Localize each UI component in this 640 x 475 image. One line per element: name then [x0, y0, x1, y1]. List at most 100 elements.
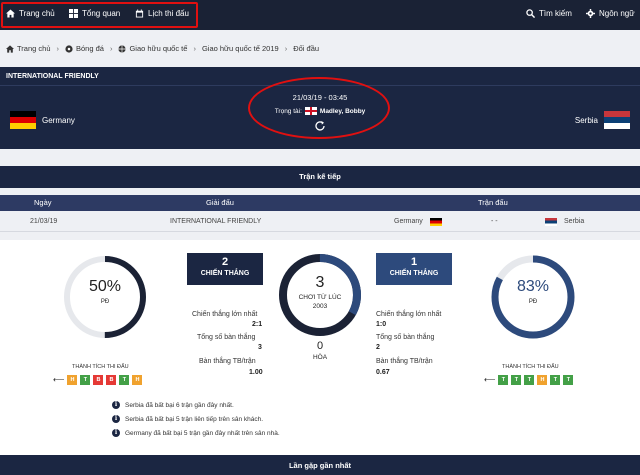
- home-wins: 2: [221, 256, 229, 268]
- next-match-row[interactable]: 21/03/19 INTERNATIONAL FRIENDLY Germany …: [0, 212, 640, 232]
- home-team[interactable]: Germany: [10, 111, 75, 129]
- home-stat-value: 1.00: [249, 369, 263, 376]
- away-team[interactable]: Serbia: [575, 111, 630, 129]
- home-form-result[interactable]: B: [106, 375, 117, 385]
- head-to-head-stats: 50% PĐ 2 CHIẾN THẮNG Chiến thắng lớn nhấ…: [0, 240, 640, 455]
- played-since: 2003: [312, 303, 328, 310]
- played-count: 3: [315, 274, 325, 291]
- nav-language[interactable]: Ngôn ngữ: [586, 9, 635, 18]
- note-text: Serbia đã bất bại 6 trận gần đây nhất.: [125, 401, 234, 409]
- home-stat-label: Tổng số bàn thắng: [197, 334, 256, 341]
- fixture-date: 21/03/19: [30, 218, 58, 225]
- gear-icon: [586, 9, 595, 18]
- last-meetings-title: Lần gặp gần nhất: [0, 455, 640, 475]
- fixture-score: - -: [491, 218, 498, 225]
- away-pct-block: 83% PĐ: [490, 278, 576, 305]
- home-form-result[interactable]: T: [119, 375, 130, 385]
- note-text: Serbia đã bất bại 5 trận liên tiếp trên …: [125, 415, 264, 423]
- search-icon: [526, 9, 535, 18]
- draws-count: 0: [316, 340, 324, 352]
- breadcrumb-label: Giao hữu quốc tế: [129, 44, 188, 53]
- home-wins-box: 2 CHIẾN THẮNG: [187, 253, 263, 285]
- competition-name: INTERNATIONAL FRIENDLY: [6, 73, 99, 80]
- home-form-result[interactable]: B: [93, 375, 104, 385]
- note-item: i Serbia đã bất bại 5 trận liên tiếp trê…: [112, 412, 280, 426]
- away-stat-label: Tổng số bàn thắng: [376, 334, 435, 341]
- breadcrumb-separator: ›: [193, 44, 196, 53]
- away-form-list: TTTHTT: [498, 375, 574, 385]
- globe-icon: [118, 44, 127, 53]
- germany-flag-icon: [10, 111, 36, 129]
- home-stat-value: 2:1: [252, 321, 263, 328]
- away-stat-label: Chiến thắng lớn nhất: [376, 311, 442, 318]
- breadcrumb-home[interactable]: Trang chủ: [6, 44, 51, 53]
- highlight-annotation: [248, 77, 390, 139]
- played-label: CHƠI TỪ LÚC: [298, 294, 342, 301]
- column-date: Ngày: [34, 198, 52, 207]
- home-pct: 50%: [88, 278, 122, 295]
- breadcrumb-separator: ›: [56, 44, 60, 53]
- away-form-result[interactable]: T: [524, 375, 535, 385]
- away-form-result[interactable]: T: [550, 375, 561, 385]
- home-form-result[interactable]: H: [132, 375, 143, 385]
- home-icon: [6, 44, 14, 53]
- breadcrumb-label: Giao hữu quốc tế 2019: [201, 44, 279, 53]
- away-form-title: THÀNH TÍCH THI ĐẤU: [502, 364, 559, 370]
- top-navbar: Trang chủ Tổng quan Lịch thi đấu Tìm kiế…: [0, 0, 640, 30]
- away-form-result[interactable]: T: [563, 375, 574, 385]
- away-form-result[interactable]: H: [537, 375, 548, 385]
- away-wins-box: 1 CHIẾN THẮNG: [376, 253, 452, 285]
- note-text: Germany đã bất bại 5 trận gần đây nhất t…: [125, 429, 280, 437]
- away-team-name: Serbia: [574, 115, 598, 125]
- serbia-flag-icon: [545, 218, 557, 226]
- arrow-left-icon: ⟵: [484, 375, 496, 384]
- home-team-name: Germany: [42, 115, 75, 125]
- info-icon: i: [112, 429, 120, 437]
- fixture-home: Germany: [394, 218, 423, 225]
- home-form-row: ⟵ HTBBTH: [53, 375, 143, 385]
- column-competition: Giải đấu: [206, 198, 234, 207]
- breadcrumb-label: Đối đầu: [293, 44, 320, 53]
- breadcrumb-football[interactable]: Bóng đá: [65, 44, 104, 53]
- football-icon: [65, 44, 73, 53]
- next-match-title: Trận kế tiếp: [0, 166, 640, 188]
- home-pct-label: PĐ: [100, 299, 110, 305]
- breadcrumb-label: Trang chủ: [17, 44, 51, 53]
- home-form-result[interactable]: H: [67, 375, 78, 385]
- home-pct-block: 50% PĐ: [62, 278, 148, 305]
- germany-flag-icon: [430, 218, 442, 226]
- away-pct-label: PĐ: [528, 299, 538, 305]
- breadcrumb-h2h: Đối đầu: [293, 44, 319, 53]
- away-pct: 83%: [516, 278, 550, 295]
- away-form-result[interactable]: T: [498, 375, 509, 385]
- home-stat-value: 3: [258, 344, 262, 351]
- highlight-annotation: [1, 2, 198, 28]
- away-stat-value: 2: [376, 344, 380, 351]
- breadcrumb-friendly[interactable]: Giao hữu quốc tế: [118, 44, 187, 53]
- home-stat-label: Bàn thắng TB/trận: [199, 358, 256, 365]
- serbia-flag-icon: [604, 111, 630, 129]
- away-wins: 1: [410, 256, 418, 268]
- breadcrumb-separator: ›: [284, 44, 288, 53]
- breadcrumb: Trang chủ › Bóng đá › Giao hữu quốc tế ›…: [6, 44, 319, 53]
- home-wins-label: CHIẾN THẮNG: [200, 270, 250, 277]
- breadcrumb-separator: ›: [109, 44, 113, 53]
- arrow-left-icon: ⟵: [53, 375, 65, 384]
- draws-label: HÒA: [312, 354, 328, 361]
- home-form-title: THÀNH TÍCH THI ĐẤU: [72, 364, 129, 370]
- breadcrumb-friendly-2019[interactable]: Giao hữu quốc tế 2019: [202, 44, 279, 53]
- home-stat-label: Chiến thắng lớn nhất: [192, 311, 258, 318]
- note-item: i Germany đã bất bại 5 trận gần đây nhất…: [112, 426, 280, 440]
- breadcrumb-label: Bóng đá: [76, 44, 104, 53]
- home-form-list: HTBBTH: [67, 375, 143, 385]
- column-match: Trận đấu: [478, 198, 508, 207]
- away-form-result[interactable]: T: [511, 375, 522, 385]
- note-item: i Serbia đã bất bại 6 trận gần đây nhất.: [112, 398, 280, 412]
- fixture-competition: INTERNATIONAL FRIENDLY: [170, 218, 262, 225]
- h2h-notes: i Serbia đã bất bại 6 trận gần đây nhất.…: [112, 398, 280, 440]
- info-icon: i: [112, 415, 120, 423]
- home-form-result[interactable]: T: [80, 375, 91, 385]
- info-icon: i: [112, 401, 120, 409]
- away-wins-label: CHIẾN THẮNG: [389, 270, 439, 277]
- nav-search[interactable]: Tìm kiếm: [526, 9, 572, 18]
